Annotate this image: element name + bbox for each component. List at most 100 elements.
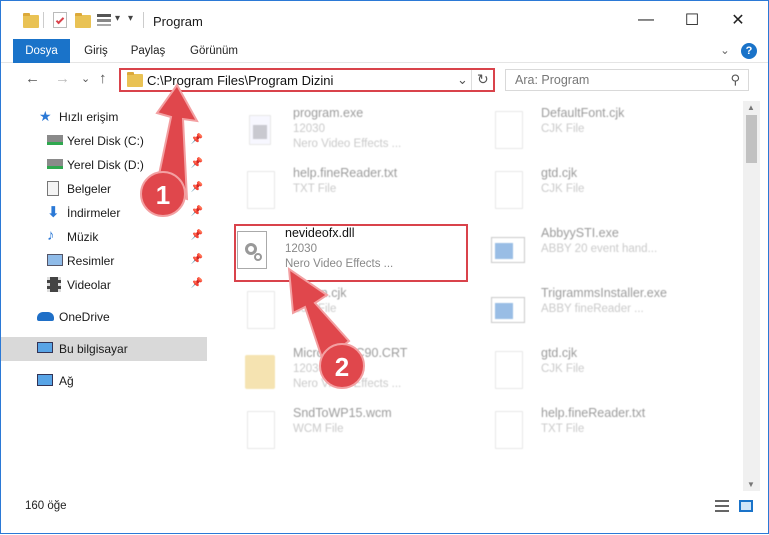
file-name: help.fineReader.txt (293, 166, 398, 180)
details-view-icon[interactable] (715, 500, 729, 512)
file-detail: TXT File (293, 183, 337, 195)
list-item[interactable]: TrigrammsInstaller.exe ABBY fineReader .… (469, 283, 704, 339)
tab-home[interactable]: Giriş (75, 39, 117, 63)
close-button[interactable]: ✕ (715, 1, 761, 39)
divider (43, 12, 44, 28)
sidebar-item-music[interactable]: ♪ Müzik 📌 (1, 225, 207, 249)
file-icon (243, 289, 277, 331)
sidebar-item-local-disk-c[interactable]: Yerel Disk (C:) 📌 (1, 129, 207, 153)
sidebar-item-videos[interactable]: Videolar 📌 (1, 273, 207, 297)
item-count: 160 öğe (25, 500, 67, 512)
pin-icon[interactable]: 📌 (191, 278, 203, 289)
sidebar-item-label: OneDrive (59, 310, 110, 324)
pin-icon[interactable]: 📌 (191, 158, 203, 169)
up-button[interactable]: ↑ (99, 70, 107, 87)
navigation-bar: ← → ⌄ ↑ C:\Program Files\Program Dizini … (1, 63, 768, 97)
tab-file[interactable]: Dosya (13, 39, 70, 63)
help-icon[interactable]: ? (741, 43, 757, 59)
recent-locations-button[interactable]: ⌄ (81, 72, 90, 85)
tab-view[interactable]: Görünüm (181, 39, 247, 63)
file-detail: CJK File (541, 123, 585, 135)
pin-icon[interactable]: 📌 (191, 182, 203, 193)
app-icon (491, 289, 525, 331)
sidebar-item-onedrive[interactable]: OneDrive (1, 305, 207, 329)
tab-share[interactable]: Paylaş (125, 39, 171, 63)
vertical-scrollbar[interactable]: ▲ ▼ (743, 101, 760, 491)
cloud-icon (37, 312, 54, 321)
app-icon (491, 229, 525, 271)
step-1-badge: 1 (140, 171, 186, 217)
file-name: AbbyySTI.exe (541, 226, 619, 240)
scroll-down-icon[interactable]: ▼ (747, 480, 755, 489)
new-folder-icon[interactable] (75, 11, 91, 31)
computer-icon (37, 342, 53, 353)
chevron-down-icon[interactable]: ▾ (115, 13, 120, 24)
back-button[interactable]: ← (25, 70, 40, 87)
pin-icon[interactable]: 📌 (191, 254, 203, 265)
star-icon: ★ (39, 108, 52, 124)
file-highlight-box (234, 224, 468, 282)
list-item[interactable]: AbbyySTI.exe ABBY 20 event hand... (469, 223, 704, 279)
minimize-button[interactable]: — (623, 1, 669, 39)
sidebar-item-label: Belgeler (67, 182, 112, 196)
address-bar[interactable]: C:\Program Files\Program Dizini ⌄ ↻ (119, 68, 495, 92)
divider (143, 12, 144, 28)
list-item[interactable]: gtd.cjk CJK File (469, 163, 704, 219)
file-icon (491, 169, 525, 211)
list-item[interactable]: SndToWP15.wcm WCM File (221, 403, 456, 459)
customize-toolbar-icon[interactable] (97, 14, 111, 26)
sidebar-item-label: Bu bilgisayar (59, 342, 128, 356)
search-input[interactable]: Ara: Program (515, 73, 589, 87)
forward-button[interactable]: → (55, 70, 70, 87)
folder-icon (23, 11, 39, 31)
scroll-up-icon[interactable]: ▲ (747, 103, 755, 112)
address-dropdown-icon[interactable]: ⌄ (457, 72, 468, 88)
file-detail: CJK File (541, 363, 585, 375)
sidebar-item-label: Yerel Disk (C:) (67, 134, 144, 148)
large-icons-view-icon[interactable] (739, 500, 753, 512)
file-detail: ABBY fineReader ... (541, 303, 644, 315)
window-title: Program (153, 14, 203, 29)
file-name: gtd.cjk (541, 346, 578, 360)
address-path[interactable]: C:\Program Files\Program Dizini (147, 73, 333, 88)
refresh-icon[interactable]: ↻ (477, 71, 489, 88)
sidebar-item-local-disk-d[interactable]: Yerel Disk (D:) 📌 (1, 153, 207, 177)
search-box[interactable]: Ara: Program ⚲ (505, 69, 749, 91)
properties-icon[interactable] (53, 12, 67, 28)
file-name: program.exe (293, 106, 364, 120)
file-name: help.fineReader.txt (541, 406, 646, 420)
drive-icon (47, 159, 63, 169)
list-item[interactable]: gtd.cjk CJK File (469, 343, 704, 399)
ribbon-tabs: Dosya Giriş Paylaş Görünüm ⌄ ? (1, 39, 768, 63)
list-item[interactable]: help.fineReader.txt TXT File (469, 403, 704, 459)
file-detail: WCM File (293, 423, 344, 435)
sidebar-item-quick-access[interactable]: ★ Hızlı erişim (1, 105, 207, 129)
sidebar-item-label: Hızlı erişim (59, 110, 119, 124)
sidebar-item-label: Ağ (59, 374, 74, 388)
sidebar-item-label: İndirmeler (67, 206, 121, 220)
chevron-down-icon[interactable]: ▾ (128, 13, 133, 24)
exe-icon (243, 109, 277, 151)
maximize-button[interactable]: ☐ (669, 1, 715, 39)
sidebar-item-label: Yerel Disk (D:) (67, 158, 144, 172)
pin-icon[interactable]: 📌 (191, 230, 203, 241)
folder-icon (243, 349, 277, 391)
file-detail: 12030 (293, 123, 325, 135)
sidebar-item-network[interactable]: Ağ (1, 369, 207, 393)
sidebar-item-pictures[interactable]: Resimler 📌 (1, 249, 207, 273)
list-item[interactable]: program.exe 12030 Nero Video Effects ... (221, 103, 456, 159)
file-icon (491, 349, 525, 391)
sidebar-item-this-pc[interactable]: Bu bilgisayar (1, 337, 207, 361)
file-name: DefaultFont.cjk (541, 106, 625, 120)
file-detail: Nero Video Effects ... (293, 138, 402, 150)
file-icon (243, 409, 277, 451)
list-item[interactable]: help.fineReader.txt TXT File (221, 163, 456, 219)
scrollbar-thumb[interactable] (746, 115, 757, 163)
list-item[interactable]: dbgen.cjk CJK File (221, 283, 456, 339)
list-item[interactable]: DefaultFont.cjk CJK File (469, 103, 704, 159)
expand-ribbon-icon[interactable]: ⌄ (717, 39, 733, 63)
pin-icon[interactable]: 📌 (191, 134, 203, 145)
sidebar-item-label: Müzik (67, 230, 99, 244)
network-icon (37, 374, 53, 386)
pin-icon[interactable]: 📌 (191, 206, 203, 217)
